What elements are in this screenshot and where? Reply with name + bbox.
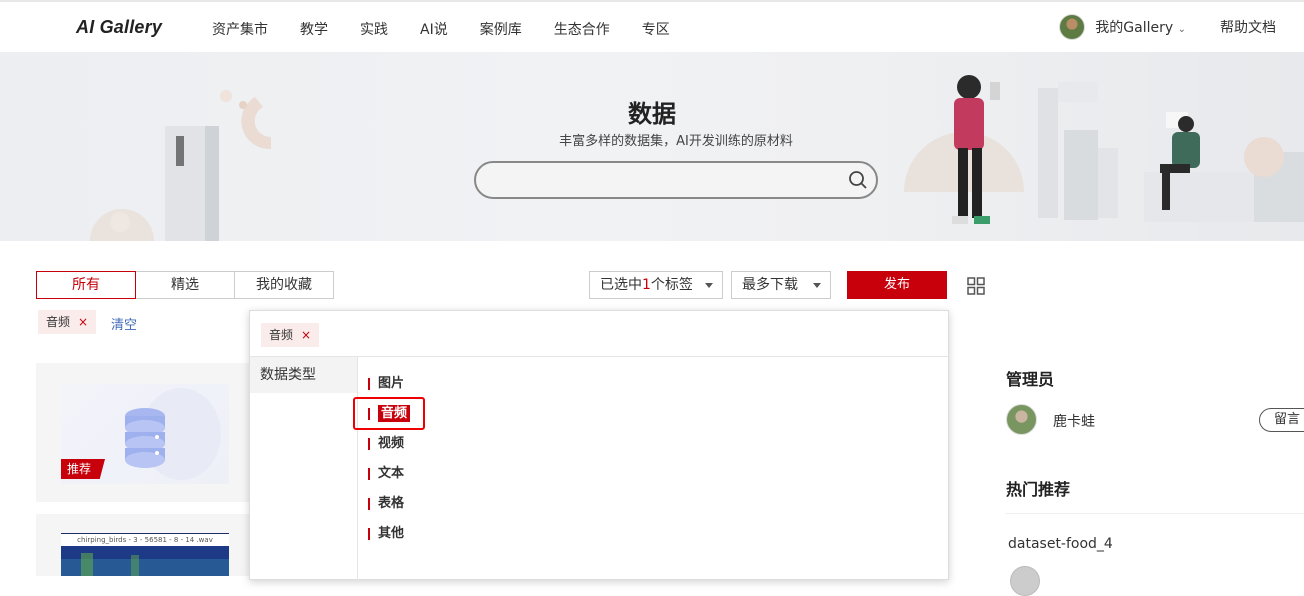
option-video[interactable]: 视频 [368,434,404,454]
menu-item-cases[interactable]: 案例库 [480,19,522,39]
close-icon[interactable]: × [78,315,88,329]
chip-label: 音频 [46,315,71,329]
option-label: 图片 [378,376,405,391]
admin-section-title: 管理员 [1006,366,1054,390]
option-label: 视频 [378,436,405,451]
top-nav: AI Gallery 资产集市 教学 实践 AI说 案例库 生态合作 专区 我的… [0,0,1304,52]
hero-banner: 数据 丰富多样的数据集，AI开发训练的原材料 [0,52,1304,241]
nav-right: 我的Gallery ⌄ 帮助文档 [1059,14,1276,40]
close-icon[interactable]: × [301,328,311,342]
caret-down-icon [705,283,713,288]
admin-title: 管理员 [1006,370,1055,389]
hot-item-link[interactable]: dataset-food_4 [1008,536,1113,552]
option-table[interactable]: 表格 [368,494,404,514]
menu-item-practice[interactable]: 实践 [360,19,388,39]
option-text[interactable]: 文本 [368,464,404,484]
help-docs-link[interactable]: 帮助文档 [1220,17,1276,37]
tag-select-dropdown[interactable]: 已选中1个标签 [589,271,723,299]
option-label: 其他 [378,526,405,541]
tag-select-count: 1 [642,277,651,293]
my-gallery-menu[interactable]: 我的Gallery ⌄ [1095,17,1186,37]
tag-select-suffix: 个标签 [650,277,693,293]
menu-item-assets[interactable]: 资产集市 [212,19,268,39]
caret-down-icon [813,283,821,288]
user-avatar[interactable] [1059,14,1086,40]
popup-selected-bar: 音频 × [250,311,948,357]
admin-name[interactable]: 鹿卡蛙 [1053,411,1095,431]
search-input[interactable] [474,161,878,199]
clear-tags-link[interactable]: 清空 [111,314,137,333]
option-image[interactable]: 图片 [368,374,404,394]
menu-item-zone[interactable]: 专区 [642,19,670,39]
dataset-card[interactable]: 推荐 [36,363,252,502]
option-label: 文本 [378,466,405,481]
option-other[interactable]: 其他 [368,524,404,544]
tab-favorites[interactable]: 我的收藏 [234,271,334,299]
tab-all[interactable]: 所有 [36,271,136,299]
popup-category-list: 数据类型 [250,357,358,581]
tag-filter-popup: 音频 × 数据类型 图片 音频 视频 文本 表格 其他 [249,310,949,581]
menu-item-ecosystem[interactable]: 生态合作 [554,19,610,39]
hot-item-avatar [1010,566,1040,596]
search-icon[interactable] [848,170,868,190]
hot-recommend-title: 热门推荐 [1006,480,1071,499]
recommended-badge: 推荐 [61,459,105,479]
category-data-type[interactable]: 数据类型 [250,357,357,393]
menu-item-ai-talk[interactable]: AI说 [420,19,448,39]
tab-featured[interactable]: 精选 [135,271,235,299]
dataset-card[interactable]: chirping_birds - 3 - 56581 - 8 - 14 .wav [36,514,252,576]
my-gallery-label: 我的Gallery [1095,20,1174,36]
selected-tag-chip: 音频 × [38,310,97,334]
divider [1006,513,1304,514]
message-button[interactable]: 留言 [1259,408,1304,432]
menu-item-teaching[interactable]: 教学 [300,19,328,39]
option-label: 表格 [378,496,405,511]
selection-highlight-box [353,397,425,430]
sort-label: 最多下载 [742,277,798,293]
view-tabs: 所有 精选 我的收藏 [36,271,334,299]
chevron-down-icon: ⌄ [1177,24,1186,35]
publish-button[interactable]: 发布 [847,271,947,299]
card-thumbnail: chirping_birds - 3 - 56581 - 8 - 14 .wav [61,533,229,576]
sort-dropdown[interactable]: 最多下载 [731,271,831,299]
main-menu: 资产集市 教学 实践 AI说 案例库 生态合作 专区 [212,19,702,39]
thumbnail-caption: chirping_birds - 3 - 56581 - 8 - 14 .wav [61,534,229,546]
grid-view-icon[interactable] [967,277,985,295]
tag-select-prefix: 已选中 [600,277,642,293]
popup-chip-label: 音频 [269,328,294,342]
popup-selected-chip: 音频 × [261,323,320,347]
logo[interactable]: AI Gallery [76,17,162,38]
banner-illustration-icon [904,75,1304,224]
admin-avatar[interactable] [1006,404,1037,435]
